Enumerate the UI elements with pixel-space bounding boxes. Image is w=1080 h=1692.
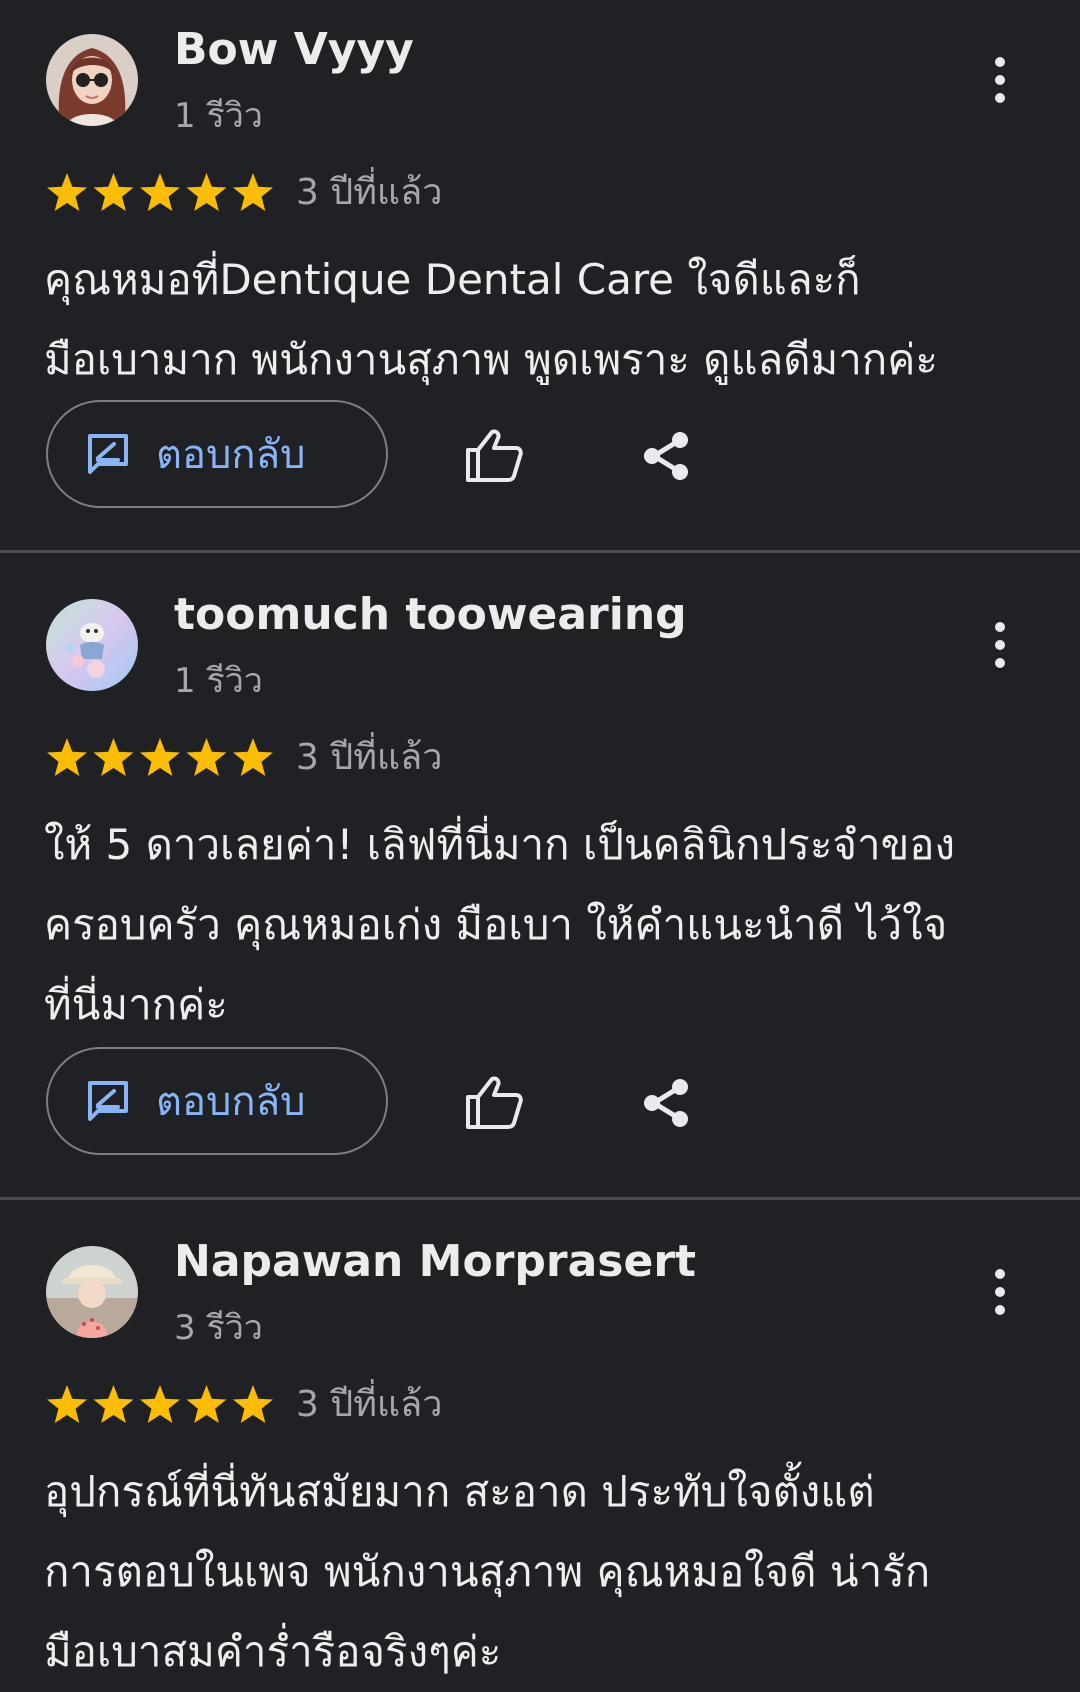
star-icon [93, 173, 134, 211]
reply-button[interactable]: ตอบกลับ [46, 400, 388, 508]
star-icon [47, 738, 87, 776]
reviewer-review-count: 1 รีวิว [174, 661, 263, 701]
star-icon [93, 738, 134, 776]
review-text-line: ครอบครัว คุณหมอเก่ง มือเบา ให้คำแนะนำดี … [44, 900, 948, 949]
review-divider [0, 1197, 1080, 1200]
review-text: คุณหมอที่Dentique Dental Care ใจดีและก็ … [44, 240, 1054, 400]
review-text-line: มือเบามาก พนักงานสุภาพ พูดเพราะ ดูแลดีมา… [44, 335, 938, 384]
reply-button[interactable]: ตอบกลับ [46, 1047, 388, 1155]
star-icon [186, 1385, 227, 1423]
review-divider [0, 550, 1080, 553]
star-rating [44, 735, 276, 781]
star-icon [93, 1385, 134, 1423]
reply-label: ตอบกลับ [156, 1079, 306, 1125]
star-icon [140, 173, 180, 211]
star-icon [47, 1385, 87, 1423]
more-options-icon[interactable] [978, 52, 1022, 108]
reviewer-avatar[interactable] [46, 1246, 138, 1338]
more-options-icon[interactable] [978, 1264, 1022, 1320]
reply-icon [88, 434, 128, 474]
more-options-icon[interactable] [978, 617, 1022, 673]
review-text-line: มือเบาสมคำร่ำรือจริงๆค่ะ [44, 1627, 502, 1676]
star-rating [44, 1382, 276, 1428]
share-icon[interactable] [640, 430, 692, 482]
review-text-line: ที่นี่มากค่ะ [44, 980, 228, 1029]
review-text-line: คุณหมอที่Dentique Dental Care ใจดีและก็ [44, 255, 861, 304]
reviewer-name[interactable]: toomuch toowearing [174, 589, 687, 641]
thumbs-up-icon[interactable] [464, 1075, 524, 1131]
review-text: ให้ 5 ดาวเลยค่า! เลิฟที่นี่มาก เป็นคลินิ… [44, 805, 1054, 1045]
star-icon [186, 173, 227, 211]
thumbs-up-icon[interactable] [464, 428, 524, 484]
reply-label: ตอบกลับ [156, 432, 306, 478]
reviewer-name[interactable]: Bow Vyyy [174, 24, 414, 76]
review-text: อุปกรณ์ที่นี่ทันสมัยมาก สะอาด ประทับใจตั… [44, 1452, 1054, 1692]
star-rating [44, 170, 276, 216]
star-icon [233, 1385, 273, 1423]
reviewer-avatar[interactable] [46, 599, 138, 691]
reviewer-name[interactable]: Napawan Morprasert [174, 1236, 696, 1288]
reviewer-review-count: 1 รีวิว [174, 96, 263, 136]
reviewer-review-count: 3 รีวิว [174, 1308, 263, 1348]
star-icon [140, 1385, 180, 1423]
star-icon [186, 738, 227, 776]
star-icon [140, 738, 180, 776]
star-icon [233, 173, 273, 211]
review-date: 3 ปีที่แล้ว [296, 1384, 443, 1425]
star-icon [47, 173, 87, 211]
review-text-line: การตอบในเพจ พนักงานสุภาพ คุณหมอใจดี น่าร… [44, 1547, 931, 1596]
review-text-line: อุปกรณ์ที่นี่ทันสมัยมาก สะอาด ประทับใจตั… [44, 1467, 875, 1516]
review-text-line: ให้ 5 ดาวเลยค่า! เลิฟที่นี่มาก เป็นคลินิ… [44, 820, 956, 869]
reviewer-avatar[interactable] [46, 34, 138, 126]
reply-icon [88, 1081, 128, 1121]
star-icon [233, 738, 273, 776]
review-date: 3 ปีที่แล้ว [296, 172, 443, 213]
share-icon[interactable] [640, 1077, 692, 1129]
review-date: 3 ปีที่แล้ว [296, 737, 443, 778]
